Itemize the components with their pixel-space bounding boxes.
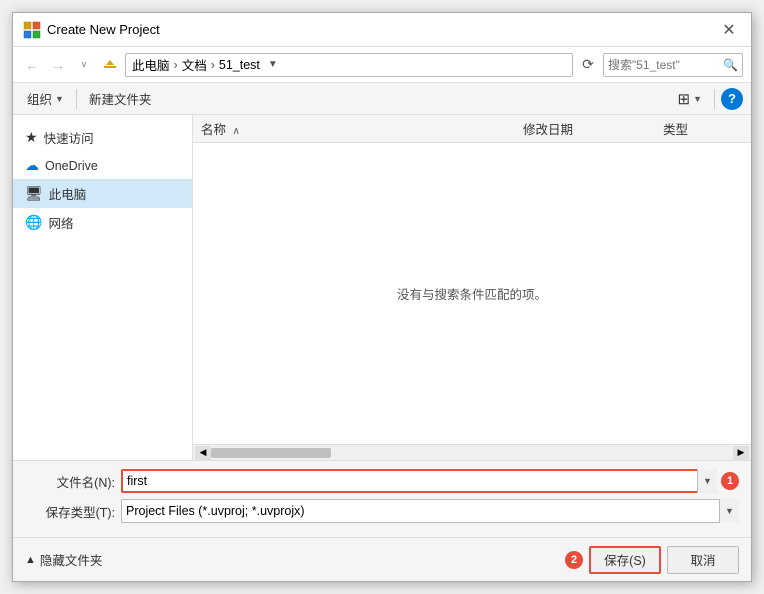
organize-button[interactable]: 组织 ▼ <box>21 86 70 112</box>
scroll-track[interactable] <box>211 446 733 460</box>
up-button[interactable] <box>99 54 121 76</box>
forward-button[interactable]: → <box>47 54 69 76</box>
toolbar-separator-2 <box>714 89 715 109</box>
dialog-window: Create New Project ✕ ← → ∨ 此电脑 › 文档 › 51… <box>12 12 752 582</box>
view-icon: ⊞ <box>678 90 691 108</box>
scroll-thumb[interactable] <box>211 448 331 458</box>
filetype-select[interactable]: Project Files (*.uvproj; *.uvprojx) <box>121 499 739 523</box>
breadcrumb-folder: 51_test <box>219 58 260 72</box>
breadcrumb-docs: 文档 <box>182 55 207 74</box>
search-box[interactable]: 🔍 <box>603 53 743 77</box>
refresh-button[interactable]: ⟳ <box>577 54 599 76</box>
horizontal-scrollbar[interactable]: ◀ ▶ <box>193 444 751 460</box>
main-content: ★ 快速访问 ☁ OneDrive 🖥 此电脑 🌐 网络 名称 ∧ <box>13 115 751 460</box>
file-list: 没有与搜索条件匹配的项。 <box>193 143 751 444</box>
dialog-title: Create New Project <box>47 22 717 37</box>
col-header-name[interactable]: 名称 ∧ <box>201 119 523 138</box>
toolbar-separator <box>76 89 77 109</box>
hide-folder-button[interactable]: ▲ 隐藏文件夹 <box>25 550 102 569</box>
sidebar-label-onedrive: OneDrive <box>45 159 98 173</box>
sidebar-label-quickaccess: 快速访问 <box>44 128 94 147</box>
toolbar: 组织 ▼ 新建文件夹 ⊞ ▼ ? <box>13 83 751 115</box>
search-input[interactable] <box>608 58 720 72</box>
search-icon[interactable]: 🔍 <box>723 58 738 72</box>
breadcrumb-thispc: 此电脑 <box>132 55 170 74</box>
network-icon: 🌐 <box>25 214 42 231</box>
empty-message: 没有与搜索条件匹配的项。 <box>397 284 547 303</box>
back-button[interactable]: ← <box>21 54 43 76</box>
view-dropdown-icon: ▼ <box>693 94 702 104</box>
filename-input[interactable] <box>121 469 717 493</box>
col-header-date[interactable]: 修改日期 <box>523 119 663 138</box>
quickaccess-icon: ★ <box>25 129 38 146</box>
breadcrumb-dropdown-icon[interactable]: ▼ <box>268 59 278 70</box>
sort-arrow-icon: ∧ <box>233 126 240 137</box>
col-header-type[interactable]: 类型 <box>663 119 743 138</box>
breadcrumb-sep-2: › <box>211 58 215 72</box>
help-label: ? <box>728 91 736 106</box>
filename-dropdown-button[interactable]: ▼ <box>697 469 717 493</box>
scroll-right-button[interactable]: ▶ <box>733 446 749 460</box>
scroll-left-button[interactable]: ◀ <box>195 446 211 460</box>
filetype-row: 保存类型(T): Project Files (*.uvproj; *.uvpr… <box>25 499 739 523</box>
column-headers: 名称 ∧ 修改日期 类型 <box>193 115 751 143</box>
filetype-label: 保存类型(T): <box>25 502 115 521</box>
breadcrumb-sep-1: › <box>174 58 178 72</box>
filename-label: 文件名(N): <box>25 472 115 491</box>
filename-row: 文件名(N): ▼ 1 <box>25 469 739 493</box>
title-bar: Create New Project ✕ <box>13 13 751 47</box>
sidebar: ★ 快速访问 ☁ OneDrive 🖥 此电脑 🌐 网络 <box>13 115 193 460</box>
navigation-bar: ← → ∨ 此电脑 › 文档 › 51_test ▼ ⟳ 🔍 <box>13 47 751 83</box>
step-badge-2: 2 <box>565 551 583 569</box>
organize-dropdown-icon: ▼ <box>55 94 64 104</box>
onedrive-icon: ☁ <box>25 157 39 174</box>
sidebar-item-network[interactable]: 🌐 网络 <box>13 208 192 237</box>
sidebar-label-thispc: 此电脑 <box>49 184 87 203</box>
organize-label: 组织 <box>27 89 52 108</box>
step-badge-1: 1 <box>721 472 739 490</box>
hide-folder-arrow: ▲ <box>25 554 36 566</box>
sidebar-item-quickaccess[interactable]: ★ 快速访问 <box>13 123 192 152</box>
up-icon <box>103 58 117 72</box>
hide-folder-label: 隐藏文件夹 <box>40 550 103 569</box>
file-area: 名称 ∧ 修改日期 类型 没有与搜索条件匹配的项。 ◀ <box>193 115 751 460</box>
sidebar-item-thispc[interactable]: 🖥 此电脑 <box>13 179 192 208</box>
help-button[interactable]: ? <box>721 88 743 110</box>
sidebar-label-network: 网络 <box>48 213 73 232</box>
thispc-icon: 🖥 <box>25 185 43 202</box>
close-button[interactable]: ✕ <box>717 18 741 42</box>
dropdown-button[interactable]: ∨ <box>73 54 95 76</box>
filename-input-container: ▼ <box>121 469 717 493</box>
filetype-select-container: Project Files (*.uvproj; *.uvprojx) ▼ <box>121 499 739 523</box>
cancel-button[interactable]: 取消 <box>667 546 739 574</box>
breadcrumb[interactable]: 此电脑 › 文档 › 51_test ▼ <box>125 53 573 77</box>
save-button[interactable]: 保存(S) <box>589 546 661 574</box>
sidebar-item-onedrive[interactable]: ☁ OneDrive <box>13 152 192 179</box>
new-folder-label: 新建文件夹 <box>89 89 152 108</box>
app-icon <box>23 21 41 39</box>
bottom-form: 文件名(N): ▼ 1 保存类型(T): Project Files (*.uv… <box>13 460 751 537</box>
view-button[interactable]: ⊞ ▼ <box>672 86 709 112</box>
new-folder-button[interactable]: 新建文件夹 <box>83 86 158 112</box>
action-buttons: 2 保存(S) 取消 <box>561 546 739 574</box>
bottom-actions: ▲ 隐藏文件夹 2 保存(S) 取消 <box>13 537 751 581</box>
